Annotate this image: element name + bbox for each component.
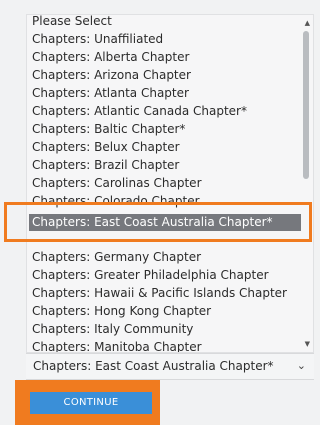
- list-item[interactable]: Chapters: Alberta Chapter: [32, 48, 189, 66]
- list-item[interactable]: Chapters: Arizona Chapter: [32, 66, 191, 84]
- list-item[interactable]: Chapters: Italy Community: [32, 320, 193, 338]
- scroll-up-arrow-icon[interactable]: ▲: [305, 19, 310, 27]
- list-item[interactable]: Chapters: Germany Chapter: [32, 248, 201, 266]
- listbox-scrollbar[interactable]: ▲ ▼: [299, 15, 313, 352]
- list-item[interactable]: Chapters: Brazil Chapter: [32, 156, 179, 174]
- scroll-down-arrow-icon[interactable]: ▼: [305, 340, 310, 348]
- list-item[interactable]: Chapters: Atlantic Canada Chapter*: [32, 102, 247, 120]
- list-item[interactable]: Chapters: Carolinas Chapter: [32, 174, 202, 192]
- list-item[interactable]: Chapters: Greater Philadelphia Chapter: [32, 266, 269, 284]
- chevron-down-icon: ⌄: [296, 359, 306, 372]
- list-item[interactable]: Chapters: Hawaii & Pacific Islands Chapt…: [32, 284, 287, 302]
- select-value: Chapters: East Coast Australia Chapter*: [33, 359, 274, 373]
- list-item[interactable]: Chapters: Hong Kong Chapter: [32, 302, 211, 320]
- chapter-listbox[interactable]: Please Select Chapters: Unaffiliated Cha…: [26, 14, 314, 353]
- list-item[interactable]: Chapters: Unaffiliated: [32, 30, 163, 48]
- chapter-select[interactable]: Chapters: East Coast Australia Chapter* …: [26, 353, 314, 380]
- list-item[interactable]: Please Select: [32, 15, 112, 30]
- list-item[interactable]: Chapters: Baltic Chapter*: [32, 120, 185, 138]
- scrollbar-thumb[interactable]: [303, 31, 309, 179]
- list-item[interactable]: Chapters: Belux Chapter: [32, 138, 180, 156]
- highlight-annotation-box: [4, 202, 312, 242]
- list-item[interactable]: Chapters: Manitoba Chapter: [32, 338, 202, 352]
- list-item[interactable]: Chapters: Atlanta Chapter: [32, 84, 189, 102]
- continue-button[interactable]: CONTINUE: [30, 392, 152, 414]
